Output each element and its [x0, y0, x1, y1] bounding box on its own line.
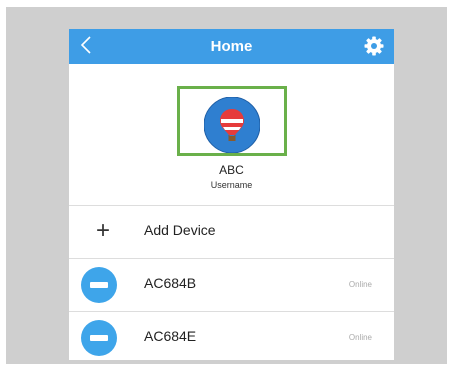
gear-icon	[364, 36, 384, 56]
device-name: AC684B	[144, 275, 197, 291]
device-status: Online	[348, 333, 372, 342]
profile-name: ABC	[219, 163, 244, 177]
device-row[interactable]: AC684B Online	[69, 259, 394, 311]
app-screen: Home ABC Username + Add Device AC684B On…	[69, 29, 394, 360]
page-title: Home	[210, 38, 253, 55]
plus-icon: +	[95, 217, 110, 244]
profile-section: ABC Username	[69, 64, 394, 204]
settings-button[interactable]	[364, 36, 384, 56]
chevron-left-icon	[80, 36, 91, 54]
air-conditioner-icon	[81, 320, 117, 356]
username-label: Username	[210, 180, 253, 190]
add-device-label: Add Device	[144, 222, 216, 238]
top-bar: Home	[69, 29, 394, 64]
back-button[interactable]	[79, 34, 101, 58]
device-status: Online	[348, 280, 372, 289]
device-row[interactable]: AC684E Online	[69, 312, 394, 360]
device-name: AC684E	[144, 328, 197, 344]
avatar-highlight-box	[177, 86, 287, 156]
air-conditioner-icon	[81, 267, 117, 303]
add-device-row[interactable]: + Add Device	[69, 206, 394, 258]
